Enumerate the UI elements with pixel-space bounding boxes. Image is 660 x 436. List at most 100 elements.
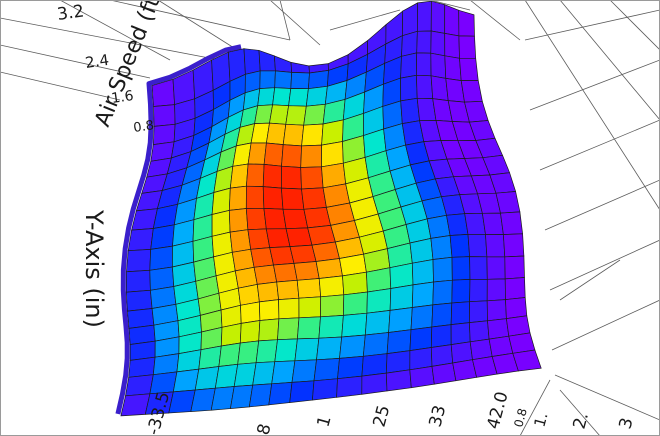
- surface-plot[interactable]: 3.2 2.4 1.6 0.8 Air Speed (ft/ Y-Axis (i…: [0, 0, 660, 436]
- surface-cell: [430, 52, 447, 79]
- aux-tick-label: 2.: [570, 410, 594, 431]
- surface-cell: [430, 324, 452, 348]
- surface-cell: [262, 164, 282, 189]
- surface-cell: [126, 249, 152, 273]
- surface-cell: [500, 211, 523, 235]
- surface-cell: [495, 191, 521, 214]
- surface-cell: [237, 340, 260, 365]
- grid-line: [469, 0, 521, 41]
- surface-cell: [411, 259, 434, 286]
- surface-cell: [426, 214, 451, 239]
- grid-line: [609, 0, 660, 51]
- surface-cell: [291, 359, 317, 383]
- surface-cell: [469, 338, 493, 361]
- surface-cell: [469, 278, 488, 303]
- surface-cell: [125, 374, 154, 397]
- surface-cell: [298, 296, 322, 319]
- surface-cell: [337, 355, 364, 380]
- surface-cell: [290, 61, 310, 74]
- surface-cell: [305, 85, 328, 107]
- surface-cell: [258, 49, 276, 72]
- surface-cell: [432, 256, 453, 283]
- surface-cell: [430, 235, 453, 260]
- surface-cell: [364, 310, 391, 336]
- grid-line: [559, 259, 621, 301]
- surface-cell: [362, 332, 389, 357]
- surface-cell: [229, 163, 249, 189]
- surface-cell: [239, 320, 261, 344]
- grid-line: [554, 374, 660, 421]
- surface-cell: [263, 208, 287, 230]
- surface-cell: [276, 279, 300, 300]
- surface-cell: [318, 315, 344, 339]
- surface-cell: [149, 245, 173, 271]
- surface-cell: [460, 80, 483, 103]
- surface-cell: [504, 277, 526, 300]
- surface-cell: [303, 103, 326, 126]
- surface-cell: [486, 278, 506, 302]
- grid-line: [279, 0, 291, 41]
- surface-cell: [277, 317, 300, 341]
- surface-mesh[interactable]: [115, 0, 542, 417]
- surface-cell: [385, 369, 412, 392]
- surface-cell: [265, 122, 287, 145]
- surface-cell: [281, 165, 302, 190]
- grid-line: [551, 299, 660, 351]
- surface-cell: [274, 55, 293, 73]
- grid-line: [544, 179, 660, 231]
- surface-cell: [343, 291, 368, 316]
- surface-cell: [366, 267, 392, 293]
- surface-cell: [451, 256, 471, 281]
- surface-cell: [303, 207, 332, 229]
- surface-cell: [259, 70, 276, 89]
- surface-cell: [150, 224, 175, 250]
- grid-line: [524, 9, 660, 41]
- surface-cell: [411, 281, 434, 308]
- surface-cell: [409, 347, 433, 371]
- surface-cell: [296, 278, 322, 299]
- surface-cell: [389, 262, 414, 289]
- surface-cell: [301, 123, 324, 147]
- surface-cell: [153, 104, 176, 127]
- z-tick-label: 0.8: [132, 118, 155, 136]
- surface-cell: [361, 353, 388, 377]
- surface-cell: [401, 30, 418, 57]
- surface-cell: [271, 360, 296, 385]
- surface-cell: [341, 312, 368, 338]
- surface-cell: [258, 318, 280, 342]
- surface-cell: [450, 301, 470, 325]
- surface-cell: [176, 349, 202, 373]
- surface-cell: [300, 166, 324, 190]
- surface-cell: [388, 307, 413, 333]
- surface-cell: [311, 241, 340, 262]
- surface-cell: [361, 372, 388, 395]
- aux-tick-label: 1.: [530, 411, 551, 429]
- surface-cell: [297, 316, 321, 340]
- surface-cell: [281, 144, 302, 168]
- surface-cell: [449, 234, 470, 258]
- surface-cell: [430, 0, 446, 34]
- surface-cell: [301, 187, 327, 210]
- surface-cell: [444, 32, 460, 59]
- surface-cell: [416, 30, 432, 54]
- surface-cell: [127, 228, 154, 252]
- surface-cell: [268, 382, 293, 406]
- surface-cell: [385, 350, 411, 374]
- surface-cell: [272, 87, 292, 107]
- surface-cell: [252, 361, 276, 386]
- grid-line: [549, 239, 660, 291]
- grid-line: [0, 17, 231, 63]
- surface-cell: [255, 339, 278, 364]
- surface-cell: [288, 88, 309, 107]
- x-tick-label: 25: [370, 403, 395, 429]
- surface-cell: [278, 297, 300, 320]
- aux-tick-label: 3: [616, 416, 638, 432]
- grid-line: [559, 0, 660, 121]
- surface-cell: [469, 300, 488, 323]
- surface-cell: [256, 281, 279, 303]
- surface-cell: [339, 334, 366, 359]
- surface-cell: [128, 356, 156, 378]
- surface-cell: [409, 326, 433, 352]
- grid-line: [539, 119, 660, 171]
- surface-cell: [262, 186, 284, 210]
